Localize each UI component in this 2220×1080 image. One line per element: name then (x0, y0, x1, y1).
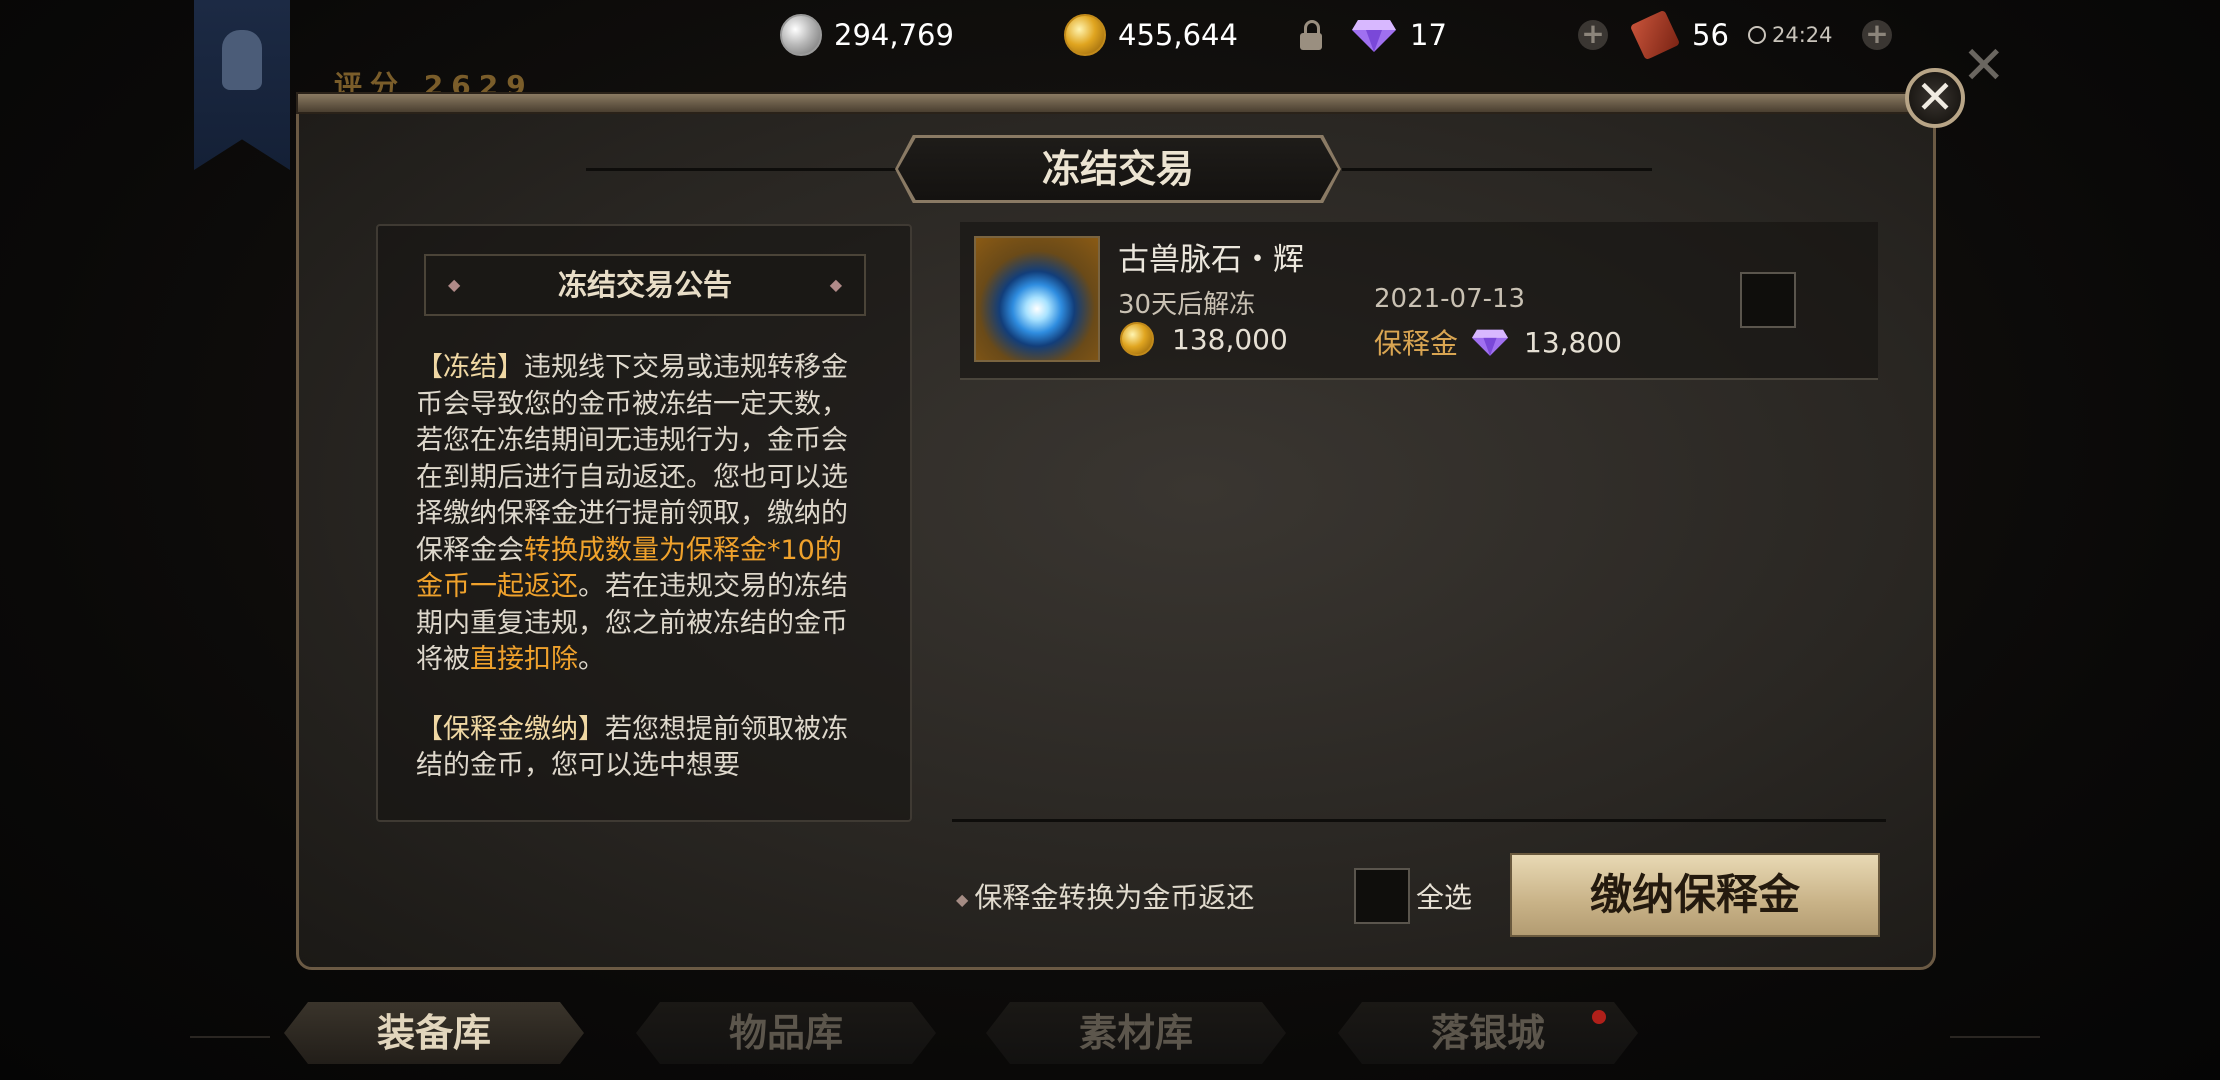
notice-tag-deposit: 【保释金缴纳】 (416, 713, 605, 745)
diamond-icon (1352, 20, 1396, 52)
plus-icon: + (1862, 20, 1892, 50)
gold-coin-icon (1120, 322, 1154, 356)
ticket-resource: 56 (1629, 9, 1729, 61)
timer-value: 24:24 (1772, 23, 1833, 47)
notice-tag-freeze: 【冻结】 (416, 352, 524, 383)
ornament-icon: ◆ (956, 889, 969, 909)
frozen-item-row[interactable]: 古兽脉石・辉 30天后解冻 2021-07-13 138,000 保释金 13,… (960, 222, 1878, 380)
frozen-amount: 138,000 (1120, 322, 1288, 356)
silver-resource: 294,769 (780, 12, 954, 58)
unfreeze-time: 30天后解冻 (1118, 290, 1256, 320)
diamond-resource: 17 (1298, 12, 1447, 58)
notice-heading: 冻结交易公告 (557, 268, 732, 302)
notice-heading-plate: ◆ 冻结交易公告 ◆ (424, 254, 866, 316)
silver-amount: 294,769 (834, 18, 954, 52)
stamina-timer: 24:24 (1748, 12, 1833, 58)
footer-note: ◆ 保释金转换为金币返还 (956, 876, 1254, 916)
gold-amount: 455,644 (1118, 18, 1238, 52)
blue-flame-stone-icon (974, 236, 1100, 362)
dialog-top-frame (296, 92, 1910, 114)
deposit-cost: 保释金 13,800 (1374, 322, 1622, 362)
tab-line-right (1950, 1036, 2040, 1038)
ornament-icon: ◆ (829, 275, 842, 294)
alarm-clock-icon (1748, 26, 1766, 44)
title-divider-right (1342, 168, 1652, 171)
select-all-checkbox[interactable] (1354, 868, 1410, 924)
plus-icon: + (1578, 20, 1608, 50)
lock-icon (1298, 20, 1324, 50)
deposit-value: 13,800 (1524, 325, 1622, 359)
diamond-amount: 17 (1410, 18, 1447, 52)
notice-text: 【冻结】违规线下交易或违规转移金币会导致您的金币被冻结一定天数，若您在冻结期间无… (416, 350, 866, 785)
gold-coin-icon (1064, 14, 1106, 56)
dialog-title: 冻结交易 (1041, 146, 1194, 191)
title-divider-left (586, 168, 896, 171)
tab-materials[interactable]: 素材库 (986, 1002, 1286, 1064)
tab-line-left (190, 1036, 270, 1038)
ornament-icon: ◆ (448, 275, 461, 294)
deposit-label: 保释金 (1374, 327, 1459, 360)
notice-highlight: 直接扣除 (470, 644, 578, 675)
footer-divider (952, 819, 1886, 822)
ticket-icon (1629, 9, 1681, 61)
silver-coin-icon (780, 14, 822, 56)
add-diamond-button[interactable]: + (1578, 12, 1608, 58)
tab-items[interactable]: 物品库 (636, 1002, 936, 1064)
item-checkbox[interactable] (1740, 272, 1796, 328)
diamond-icon (1472, 329, 1509, 356)
close-button[interactable]: ✕ (1905, 68, 1965, 128)
tab-equipment[interactable]: 装备库 (284, 1002, 584, 1064)
add-ticket-button[interactable]: + (1862, 12, 1892, 58)
close-icon: ✕ (1915, 70, 1955, 124)
pay-deposit-button[interactable]: 缴纳保释金 (1510, 853, 1880, 937)
notice-panel[interactable]: ◆ 冻结交易公告 ◆ 【冻结】违规线下交易或违规转移金币会导致您的金币被冻结一定… (376, 224, 912, 822)
resource-bar: 294,769 455,644 17 + 56 24:24 + (0, 0, 2220, 70)
footer-note-text: 保释金转换为金币返还 (974, 881, 1255, 914)
frozen-amount-value: 138,000 (1172, 322, 1288, 356)
freeze-date: 2021-07-13 (1374, 284, 1526, 314)
notice-paragraph-text: 。 (578, 644, 605, 675)
ticket-amount: 56 (1692, 18, 1729, 52)
notification-dot (1592, 1010, 1606, 1024)
notice-paragraph-text: 违规线下交易或违规转移金币会导致您的金币被冻结一定天数，若您在冻结期间无违规行为… (416, 352, 848, 566)
select-all-label[interactable]: 全选 (1416, 876, 1472, 916)
gold-resource: 455,644 (1064, 12, 1238, 58)
item-name: 古兽脉石・辉 (1118, 242, 1304, 278)
